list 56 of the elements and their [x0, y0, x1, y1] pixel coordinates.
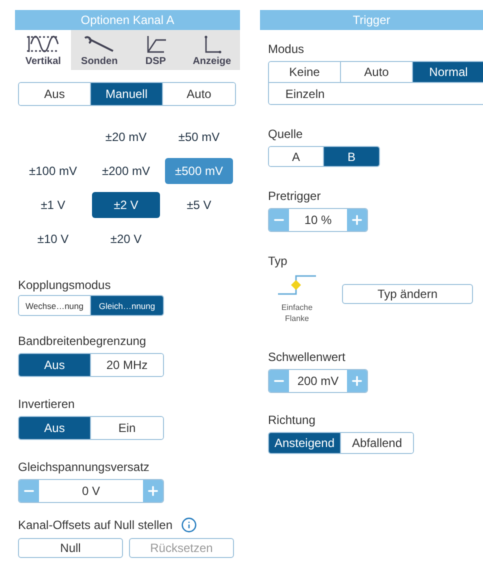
- panel-header: Trigger: [260, 10, 483, 30]
- section-label: Pretrigger: [268, 189, 322, 203]
- section-label: Schwellenwert: [268, 350, 346, 364]
- range-option[interactable]: ±20 V: [92, 226, 160, 252]
- range-option[interactable]: ±500 mV: [165, 158, 233, 184]
- section-label: Kopplungsmodus: [18, 278, 112, 292]
- range-option[interactable]: ±20 mV: [92, 124, 160, 150]
- segment-option[interactable]: A: [269, 147, 324, 166]
- range-option[interactable]: ±10 V: [19, 226, 87, 252]
- number-stepper[interactable]: 0 V: [18, 479, 164, 503]
- decrease-button[interactable]: [269, 209, 289, 231]
- range-option[interactable]: ±2 V: [92, 192, 160, 218]
- trigger-type-name: Einfache Flanke: [280, 302, 314, 324]
- section-label: Quelle: [268, 127, 304, 141]
- action-button[interactable]: Null: [18, 538, 123, 558]
- segment-option[interactable]: Aus: [19, 83, 91, 105]
- info-icon[interactable]: [180, 517, 197, 533]
- plus-icon: [350, 213, 364, 227]
- section-label: Kanal-Offsets auf Null stellen: [18, 518, 173, 532]
- sine-wave-icon: [25, 34, 62, 54]
- segment-option[interactable]: Auto: [341, 62, 413, 83]
- stepper-value: 10 %: [303, 212, 333, 229]
- number-stepper[interactable]: 10 %: [268, 208, 368, 232]
- section-label: Typ: [268, 254, 288, 268]
- segment-option[interactable]: Ansteigend: [269, 433, 341, 453]
- range-option[interactable]: ±1 V: [19, 192, 87, 218]
- range-option[interactable]: ±200 mV: [92, 158, 160, 184]
- decrease-button[interactable]: [269, 370, 289, 392]
- section-label: Invertieren: [18, 397, 76, 411]
- segment-option[interactable]: B: [324, 147, 379, 166]
- segment-option[interactable]: Manuell: [91, 83, 163, 105]
- section-label: Richtung: [268, 413, 316, 427]
- stepper-value: 0 V: [80, 483, 101, 500]
- decrease-button[interactable]: [19, 480, 39, 502]
- tab[interactable]: Vertikal: [15, 30, 72, 70]
- number-stepper[interactable]: 200 mV: [268, 369, 368, 393]
- increase-button[interactable]: [347, 370, 367, 392]
- range-option[interactable]: ±100 mV: [19, 158, 87, 184]
- plus-icon: [146, 484, 160, 498]
- section-label: Gleichspannungsversatz: [18, 460, 150, 474]
- stepper-value: 200 mV: [296, 373, 340, 390]
- panel-header: Optionen Kanal A: [15, 10, 240, 30]
- section-label: Modus: [268, 42, 306, 56]
- increase-button[interactable]: [143, 480, 163, 502]
- section-label: Bandbreitenbegrenzung: [18, 334, 148, 348]
- segment-option[interactable]: Wechse…nung: [19, 296, 91, 315]
- change-type-button[interactable]: Typ ändern: [342, 284, 473, 304]
- range-option[interactable]: ±5 V: [165, 192, 233, 218]
- segment-option[interactable]: Aus: [19, 354, 91, 376]
- range-option[interactable]: ±50 mV: [165, 124, 233, 150]
- increase-button[interactable]: [347, 209, 367, 231]
- segment-option[interactable]: Gleich…nnung: [91, 296, 163, 315]
- segment-option[interactable]: Keine: [269, 62, 341, 83]
- plus-icon: [350, 374, 364, 388]
- segment-option[interactable]: Normal: [413, 62, 483, 83]
- segment-option[interactable]: Aus: [19, 417, 91, 439]
